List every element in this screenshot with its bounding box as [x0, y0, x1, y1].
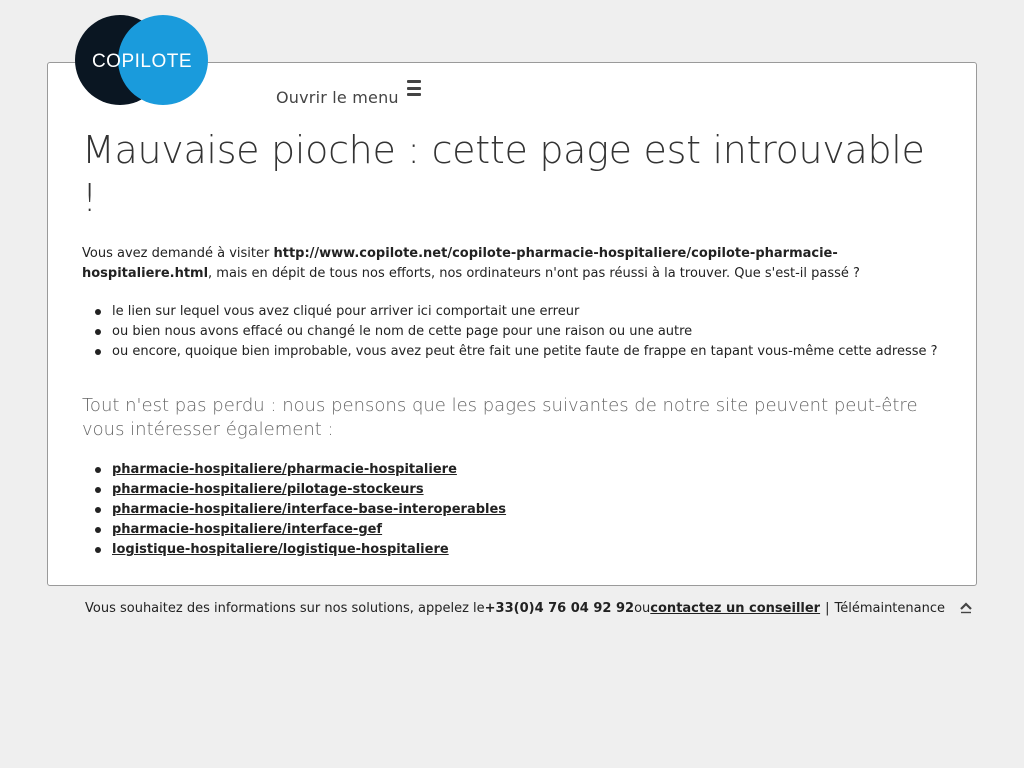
footer-text: Vous souhaitez des informations sur nos …: [85, 600, 485, 616]
suggested-link[interactable]: pharmacie-hospitaliere/pharmacie-hospita…: [112, 462, 457, 477]
footer-bar: Vous souhaitez des informations sur nos …: [47, 598, 977, 618]
contact-advisor-link[interactable]: contactez un conseiller: [650, 601, 820, 616]
reasons-list: le lien sur lequel vous avez cliqué pour…: [82, 302, 942, 362]
list-item: pharmacie-hospitaliere/pharmacie-hospita…: [82, 460, 942, 480]
suggested-links-list: pharmacie-hospitaliere/pharmacie-hospita…: [82, 460, 942, 560]
page-title: Mauvaise pioche : cette page est introuv…: [82, 128, 925, 220]
list-item: pharmacie-hospitaliere/pilotage-stockeur…: [82, 480, 942, 500]
intro-prefix: Vous avez demandé à visiter: [82, 246, 274, 261]
suggested-link[interactable]: pharmacie-hospitaliere/interface-gef: [112, 522, 382, 537]
footer-separator: |: [825, 600, 830, 616]
chevron-up-icon[interactable]: [959, 601, 973, 615]
intro-suffix: , mais en dépit de tous nos efforts, nos…: [208, 266, 860, 281]
footer-or: ou: [634, 600, 651, 616]
open-menu-button[interactable]: Ouvrir le menu: [276, 76, 421, 108]
page: COPILOTE Ouvrir le menu Mauvaise pioche …: [0, 0, 1024, 768]
logo-graphic: COPILOTE: [75, 15, 208, 105]
list-item: pharmacie-hospitaliere/interface-base-in…: [82, 500, 942, 520]
copilote-logo[interactable]: COPILOTE: [74, 14, 210, 106]
telemaintenance-link[interactable]: Télémaintenance: [834, 601, 945, 616]
phone-number: +33(0)4 76 04 92 92: [484, 600, 635, 616]
list-item: logistique-hospitaliere/logistique-hospi…: [82, 540, 942, 560]
suggested-link[interactable]: pharmacie-hospitaliere/pilotage-stockeur…: [112, 482, 424, 497]
intro-paragraph: Vous avez demandé à visiter http://www.c…: [82, 244, 942, 284]
suggested-link[interactable]: pharmacie-hospitaliere/interface-base-in…: [112, 502, 506, 517]
list-item: ou encore, quoique bien improbable, vous…: [82, 342, 942, 362]
list-item: le lien sur lequel vous avez cliqué pour…: [82, 302, 942, 322]
menu-label: Ouvrir le menu: [276, 88, 399, 107]
chevron-up-graphic: [960, 602, 972, 614]
suggestions-heading: Tout n'est pas perdu : nous pensons que …: [82, 395, 918, 440]
suggested-link[interactable]: logistique-hospitaliere/logistique-hospi…: [112, 542, 449, 557]
main-content: Mauvaise pioche : cette page est introuv…: [82, 126, 942, 560]
list-item: pharmacie-hospitaliere/interface-gef: [82, 520, 942, 540]
hamburger-icon: [406, 80, 421, 96]
logo-text: COPILOTE: [92, 51, 192, 72]
list-item: ou bien nous avons effacé ou changé le n…: [82, 322, 942, 342]
